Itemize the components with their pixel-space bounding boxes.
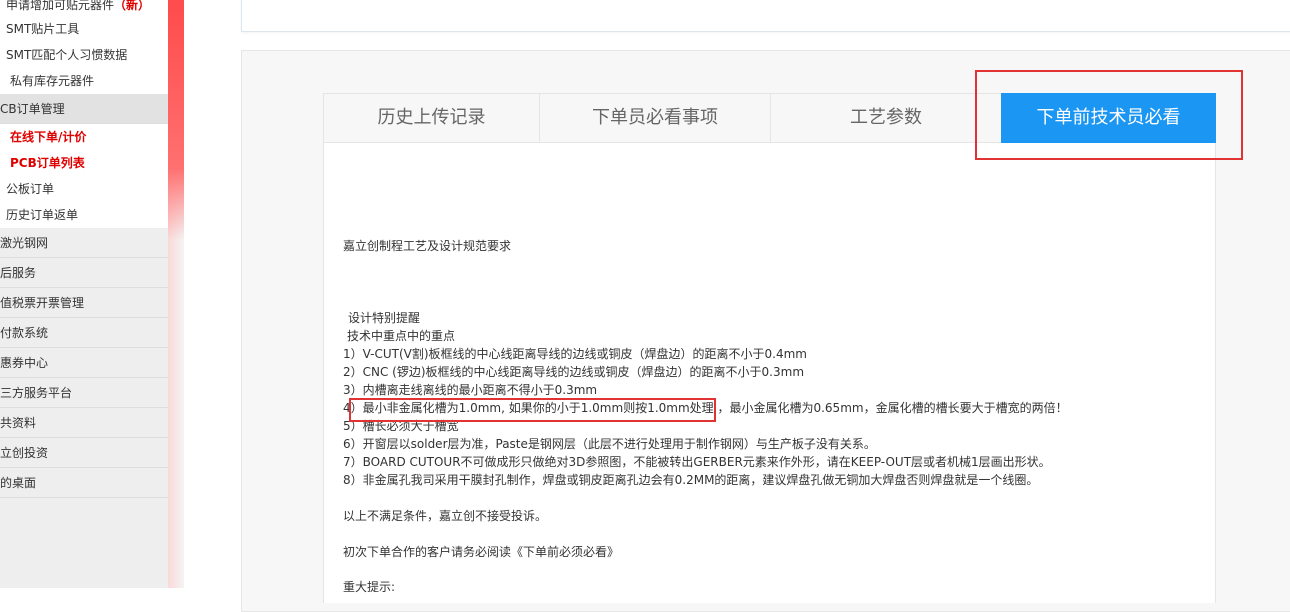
content-title: 嘉立创制程工艺及设计规范要求 [343, 239, 512, 253]
sidebar-accent-strip [168, 0, 184, 240]
tab-upload-history[interactable]: 历史上传记录 [324, 94, 540, 142]
sidebar-category-label: 激光钢网 [0, 236, 49, 250]
rule-item-3: 3）内槽离走线离线的最小距离不得小于0.3mm [343, 383, 598, 397]
sidebar-item-label: 历史订单返单 [6, 208, 79, 222]
sidebar: 申请增加可贴元器件（新） SMT贴片工具 SMT匹配个人习惯数据 私有库存元器件… [0, 0, 168, 588]
sidebar-category-laser-stencil[interactable]: 激光钢网 [0, 228, 168, 258]
sidebar-category-label: 惠券中心 [0, 356, 49, 370]
rule-item-2: 2）CNC (锣边)板框线的中心线距离导线的边线或铜皮（焊盘边）的距离不小于0.… [343, 365, 805, 379]
sidebar-item-label: 公板订单 [6, 182, 55, 196]
sidebar-item-online-order[interactable]: 在线下单/计价 [0, 124, 168, 150]
sidebar-category-coupons[interactable]: 惠券中心 [0, 348, 168, 378]
rule-item-6: 6）开窗层以solder层为准，Paste是钢网层（此层不进行处理用于制作钢网）… [343, 437, 876, 451]
sidebar-category-label: 付款系统 [0, 326, 49, 340]
sidebar-category-label: 共资料 [0, 416, 37, 430]
sidebar-item-label: SMT贴片工具 [6, 22, 80, 36]
sidebar-item-label: 私有库存元器件 [10, 74, 95, 88]
top-panel [241, 0, 1290, 32]
sidebar-item-public-orders[interactable]: 公板订单 [0, 176, 168, 202]
sidebar-category-investment[interactable]: 立创投资 [0, 438, 168, 468]
sidebar-item-label: SMT匹配个人习惯数据 [6, 48, 128, 62]
sidebar-category-pcb-orders[interactable]: CB订单管理 [0, 94, 168, 124]
sidebar-category-shared-docs[interactable]: 共资料 [0, 408, 168, 438]
content-heading-reminder: 设计特别提醒 [348, 311, 421, 325]
content-notice-first-order: 初次下单合作的客户请务必阅读《下单前必须必看》 [343, 545, 620, 559]
new-badge: （新） [114, 0, 151, 12]
sidebar-category-label: 后服务 [0, 266, 37, 280]
sidebar-category-label: 三方服务平台 [0, 386, 73, 400]
sidebar-category-invoice[interactable]: 值税票开票管理 [0, 288, 168, 318]
sidebar-item-label: PCB订单列表 [10, 156, 85, 170]
sidebar-category-after-sales[interactable]: 后服务 [0, 258, 168, 288]
sidebar-item-label: 申请增加可贴元器件 [6, 0, 115, 12]
sidebar-item-private-inventory[interactable]: 私有库存元器件 [0, 68, 168, 94]
annotation-box-rule-4 [349, 398, 716, 422]
sidebar-category-label: 值税票开票管理 [0, 296, 85, 310]
sidebar-category-label: 的桌面 [0, 476, 37, 490]
tab-process-params[interactable]: 工艺参数 [771, 94, 1001, 142]
sidebar-category-desktop[interactable]: 的桌面 [0, 468, 168, 498]
rule-item-1: 1）V-CUT(V割)板框线的中心线距离导线的边线或铜皮（焊盘边）的距离不小于0… [343, 347, 808, 361]
rule-item-7: 7）BOARD CUTOUR不可做成形只做绝对3D参照图，不能被转出GERBER… [343, 455, 1051, 469]
sidebar-category-label: CB订单管理 [0, 102, 65, 116]
content-notice-important: 重大提示: [343, 580, 396, 594]
sidebar-item-history-reorder[interactable]: 历史订单返单 [0, 202, 168, 228]
content-heading-key-points: 技术中重点中的重点 [347, 329, 456, 343]
sidebar-item-smt-tools[interactable]: SMT贴片工具 [0, 16, 168, 42]
sidebar-category-label: 立创投资 [0, 446, 49, 460]
sidebar-category-payment[interactable]: 付款系统 [0, 318, 168, 348]
annotation-box-tab [975, 70, 1243, 160]
sidebar-item-label: 在线下单/计价 [10, 130, 87, 144]
sidebar-item-pcb-order-list[interactable]: PCB订单列表 [0, 150, 168, 176]
content-notice-complaint: 以上不满足条件，嘉立创不接受投诉。 [343, 509, 548, 523]
tab-order-notes[interactable]: 下单员必看事项 [540, 94, 771, 142]
sidebar-category-third-party[interactable]: 三方服务平台 [0, 378, 168, 408]
sidebar-item-smt-habits[interactable]: SMT匹配个人习惯数据 [0, 42, 168, 68]
rule-item-8: 8）非金属孔我司采用干膜封孔制作，焊盘或铜皮距离孔边会有0.2MM的距离，建议焊… [343, 473, 1039, 487]
